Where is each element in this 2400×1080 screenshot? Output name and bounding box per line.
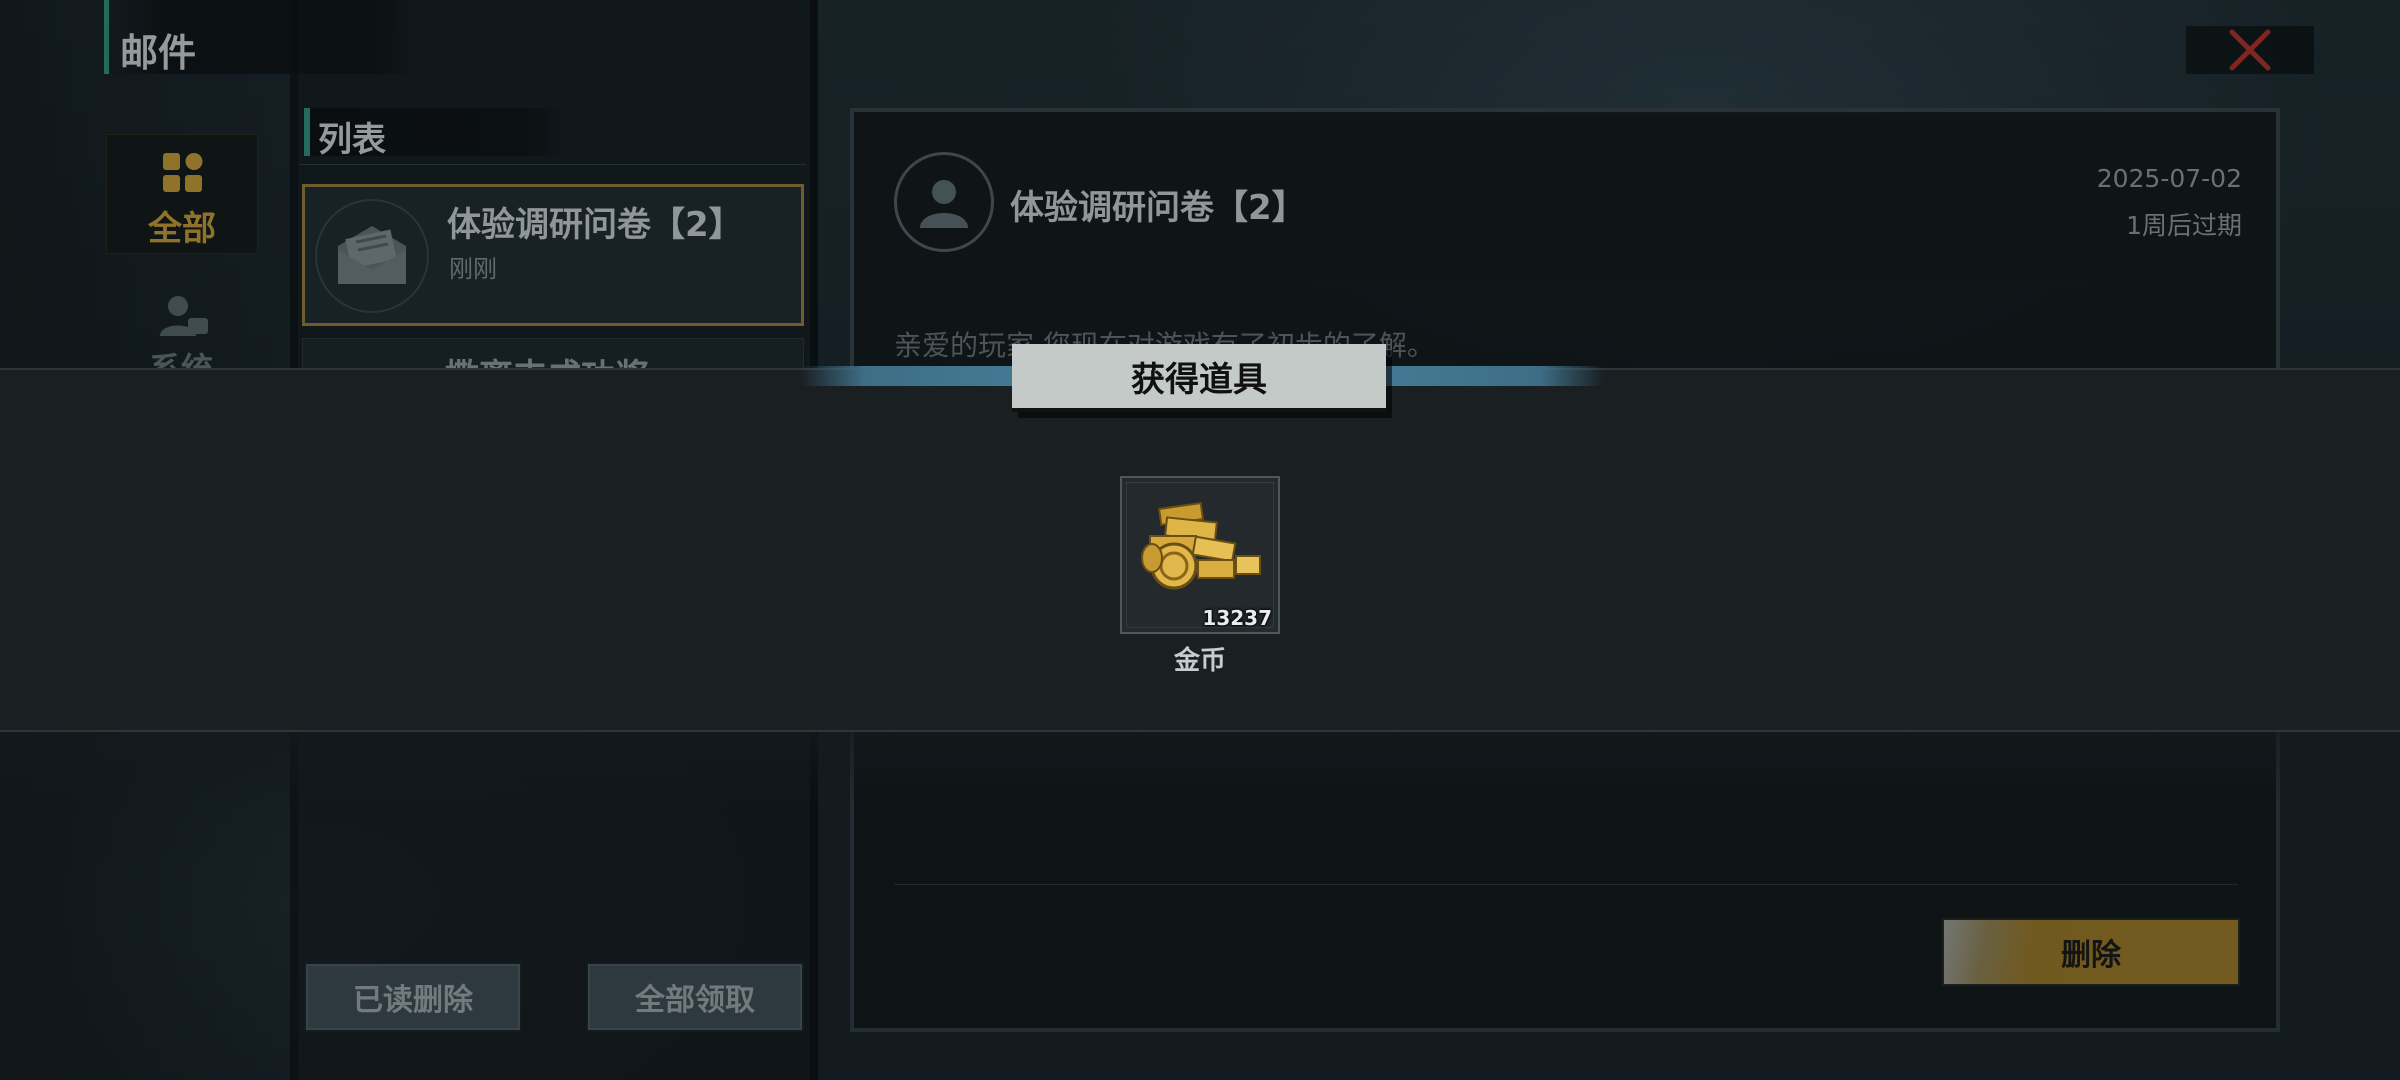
reward-popup-title: 获得道具 [1012,344,1386,412]
overlay-dim[interactable] [0,0,2400,368]
reward-item-slot[interactable]: 13237 [1120,476,1280,634]
reward-item-name: 金币 [1173,646,1226,676]
reward-item-count: 13237 [1202,606,1272,630]
gold-coins-icon [1141,502,1261,590]
popup-shadow [0,732,2400,812]
